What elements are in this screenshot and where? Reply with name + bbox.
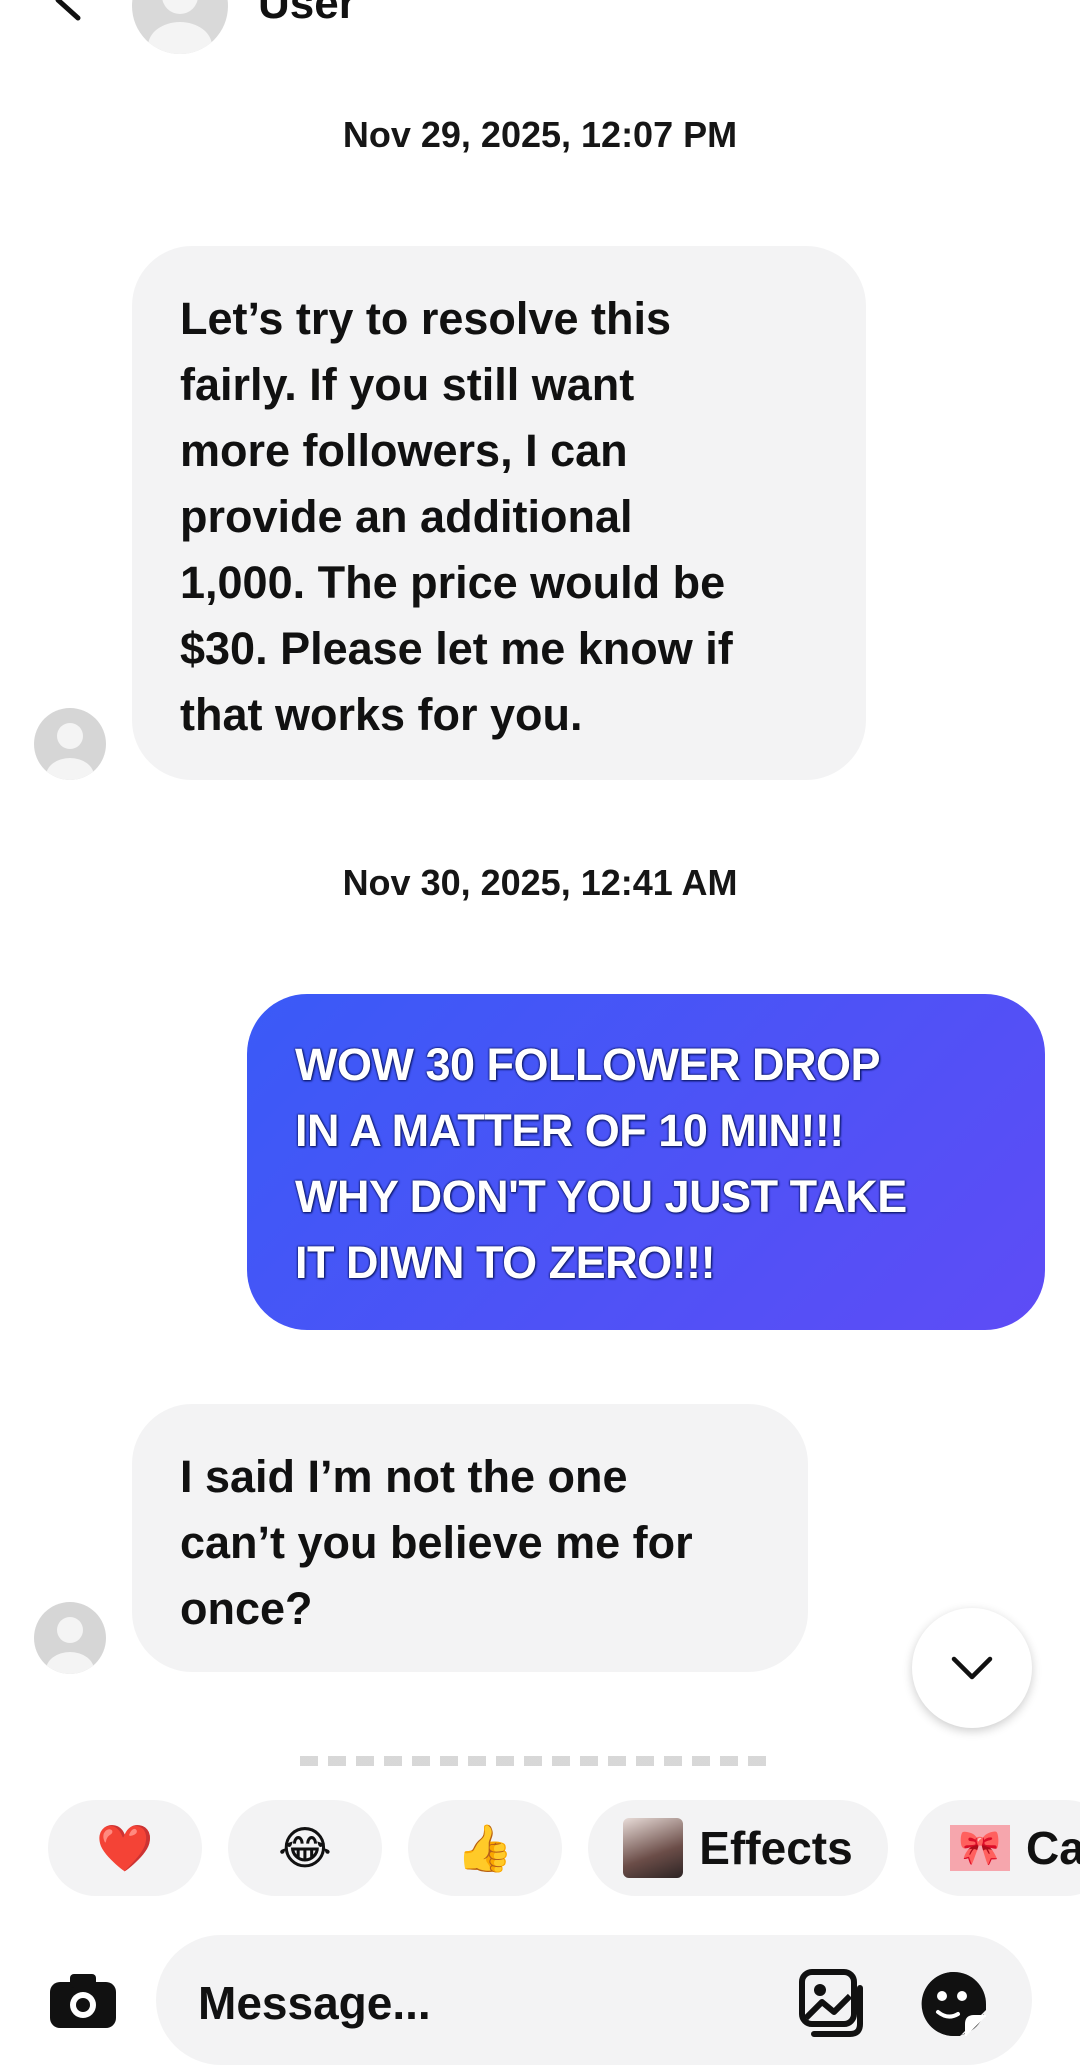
message-input[interactable] xyxy=(196,1972,760,2034)
hidden-timestamp xyxy=(300,1756,770,1766)
incoming-message-bubble[interactable]: Let’s try to resolve this fairly. If you… xyxy=(132,246,866,780)
effect-thumbnail xyxy=(623,1818,684,1878)
sender-avatar[interactable] xyxy=(34,1602,106,1674)
avatar[interactable] xyxy=(132,0,228,54)
message-line: once? xyxy=(180,1583,313,1634)
message-line: IN A MATTER OF 10 MIN!!! xyxy=(295,1105,844,1156)
next-chip-button[interactable]: 🎀 Ca xyxy=(914,1800,1080,1896)
outgoing-message-bubble[interactable]: WOW 30 FOLLOWER DROP IN A MATTER OF 10 M… xyxy=(247,994,1045,1330)
effects-label: Effects xyxy=(699,1822,853,1874)
message-line: can’t you believe me for xyxy=(180,1517,693,1568)
message-line: IT DIWN TO ZERO!!! xyxy=(295,1237,716,1288)
message-line: Let’s try to resolve this xyxy=(180,293,671,344)
message-line: 1,000. The price would be xyxy=(180,557,726,608)
message-line: fairly. If you still want xyxy=(180,359,635,410)
incoming-message-bubble[interactable]: I said I’m not the one can’t you believe… xyxy=(132,1404,808,1672)
message-line: I said I’m not the one xyxy=(180,1451,628,1502)
message-line: more followers, I can xyxy=(180,425,628,476)
user-silhouette-icon xyxy=(148,0,212,54)
quick-reaction-heart[interactable]: ❤️ xyxy=(48,1800,202,1896)
gallery-icon[interactable] xyxy=(798,1968,870,2038)
next-chip-label: Ca xyxy=(1026,1822,1080,1874)
thumbs-up-icon: 👍 xyxy=(456,1821,514,1874)
back-arrow-icon[interactable] xyxy=(40,0,100,38)
chat-user-name[interactable]: User xyxy=(258,0,356,30)
heart-icon: ❤️ xyxy=(96,1821,154,1874)
message-timestamp: Nov 30, 2025, 12:41 AM xyxy=(342,862,738,903)
message-timestamp: Nov 29, 2025, 12:07 PM xyxy=(342,114,738,155)
message-line: WHY DON'T YOU JUST TAKE xyxy=(295,1171,907,1222)
user-silhouette-icon xyxy=(46,723,94,780)
camera-icon[interactable] xyxy=(48,1970,118,2030)
sticker-icon[interactable] xyxy=(918,1968,990,2040)
sender-avatar[interactable] xyxy=(34,708,106,780)
message-line: $30. Please let me know if xyxy=(180,623,733,674)
message-line: that works for you. xyxy=(180,689,583,740)
more-options-icon[interactable] xyxy=(966,0,1026,16)
laughing-face-icon: 😂 xyxy=(278,1822,332,1874)
message-line: provide an additional xyxy=(180,491,633,542)
scroll-to-bottom-button[interactable] xyxy=(912,1608,1032,1728)
chevron-down-icon xyxy=(951,1656,993,1680)
quick-reaction-thumbs-up[interactable]: 👍 xyxy=(408,1800,562,1896)
ribbon-bow-icon: 🎀 xyxy=(950,1825,1010,1871)
user-silhouette-icon xyxy=(46,1617,94,1674)
message-line: WOW 30 FOLLOWER DROP xyxy=(295,1039,880,1090)
effects-button[interactable]: Effects xyxy=(588,1800,888,1896)
quick-reaction-laughing[interactable]: 😂 xyxy=(228,1800,382,1896)
